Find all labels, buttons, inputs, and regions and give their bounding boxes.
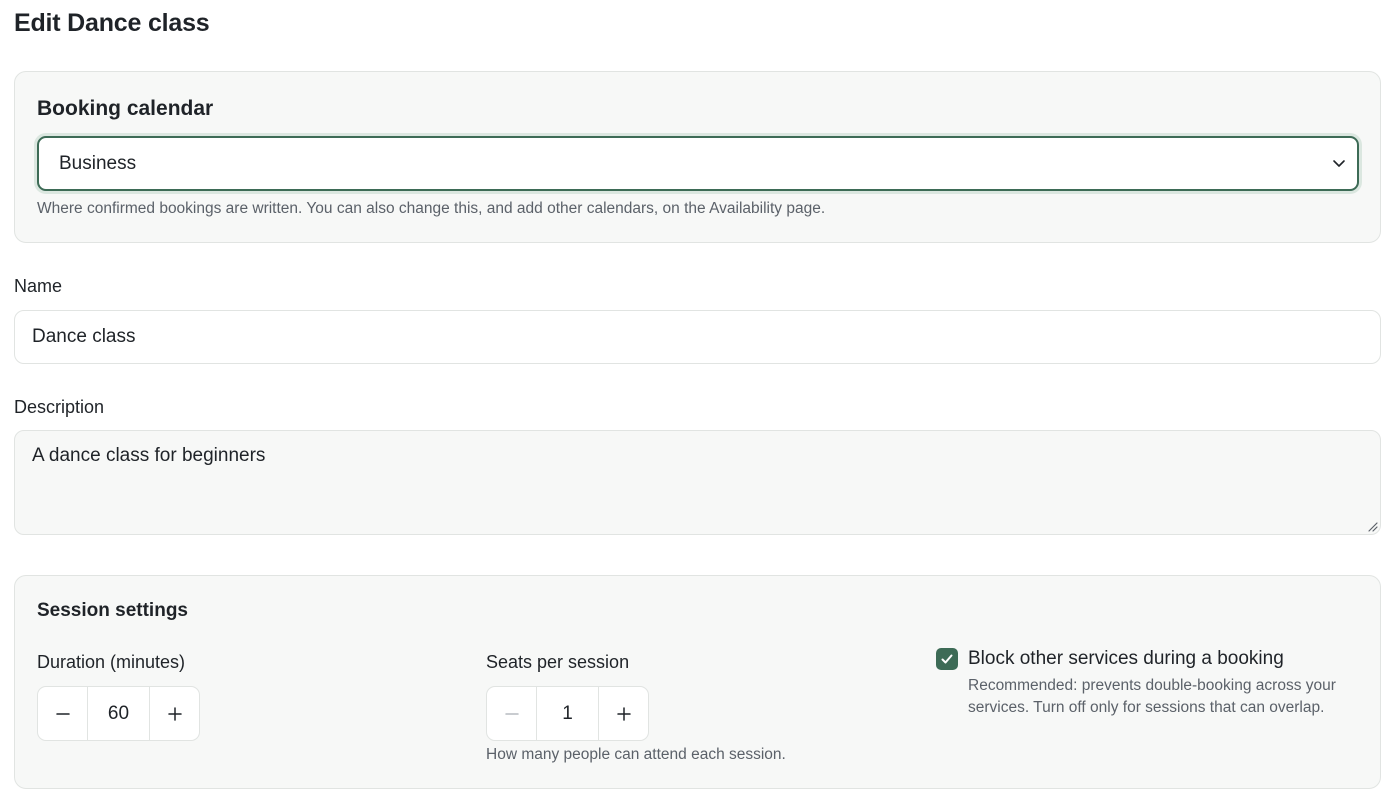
page-title: Edit Dance class xyxy=(14,9,210,37)
plus-icon xyxy=(167,706,182,721)
duration-stepper: 60 xyxy=(37,686,200,741)
seats-value[interactable]: 1 xyxy=(536,687,599,740)
duration-value[interactable]: 60 xyxy=(87,687,150,740)
resize-handle-icon[interactable] xyxy=(1366,520,1378,532)
description-textarea[interactable]: A dance class for beginners xyxy=(14,430,1381,535)
minus-icon xyxy=(55,712,70,715)
description-label: Description xyxy=(14,397,105,417)
duration-decrement-button[interactable] xyxy=(38,687,87,740)
booking-calendar-selected-value: Business xyxy=(59,153,137,174)
plus-icon xyxy=(616,706,631,721)
session-settings-card: Session settings Duration (minutes) 60 S… xyxy=(14,575,1381,789)
block-other-services-checkbox[interactable] xyxy=(936,648,958,670)
seats-increment-button[interactable] xyxy=(599,687,648,740)
chevron-down-icon xyxy=(1333,160,1345,167)
booking-calendar-title: Booking calendar xyxy=(37,97,214,120)
seats-decrement-button[interactable] xyxy=(487,687,536,740)
block-other-services-label[interactable]: Block other services during a booking xyxy=(968,648,1284,670)
name-input[interactable] xyxy=(14,310,1381,364)
session-settings-title: Session settings xyxy=(37,600,188,621)
block-other-services-help-text: Recommended: prevents double-booking acr… xyxy=(968,677,1336,716)
seats-help-text: How many people can attend each session. xyxy=(486,746,786,763)
booking-calendar-help-text: Where confirmed bookings are written. Yo… xyxy=(37,200,826,217)
minus-icon xyxy=(504,712,519,715)
booking-calendar-select[interactable]: Business xyxy=(37,136,1359,191)
description-text: A dance class for beginners xyxy=(32,445,266,466)
duration-label: Duration (minutes) xyxy=(37,652,186,672)
booking-calendar-card: Booking calendar Business Where confirme… xyxy=(14,71,1381,243)
seats-stepper: 1 xyxy=(486,686,649,741)
duration-increment-button[interactable] xyxy=(150,687,199,740)
seats-label: Seats per session xyxy=(486,652,630,672)
name-label: Name xyxy=(14,276,63,296)
checkmark-icon xyxy=(941,654,953,664)
